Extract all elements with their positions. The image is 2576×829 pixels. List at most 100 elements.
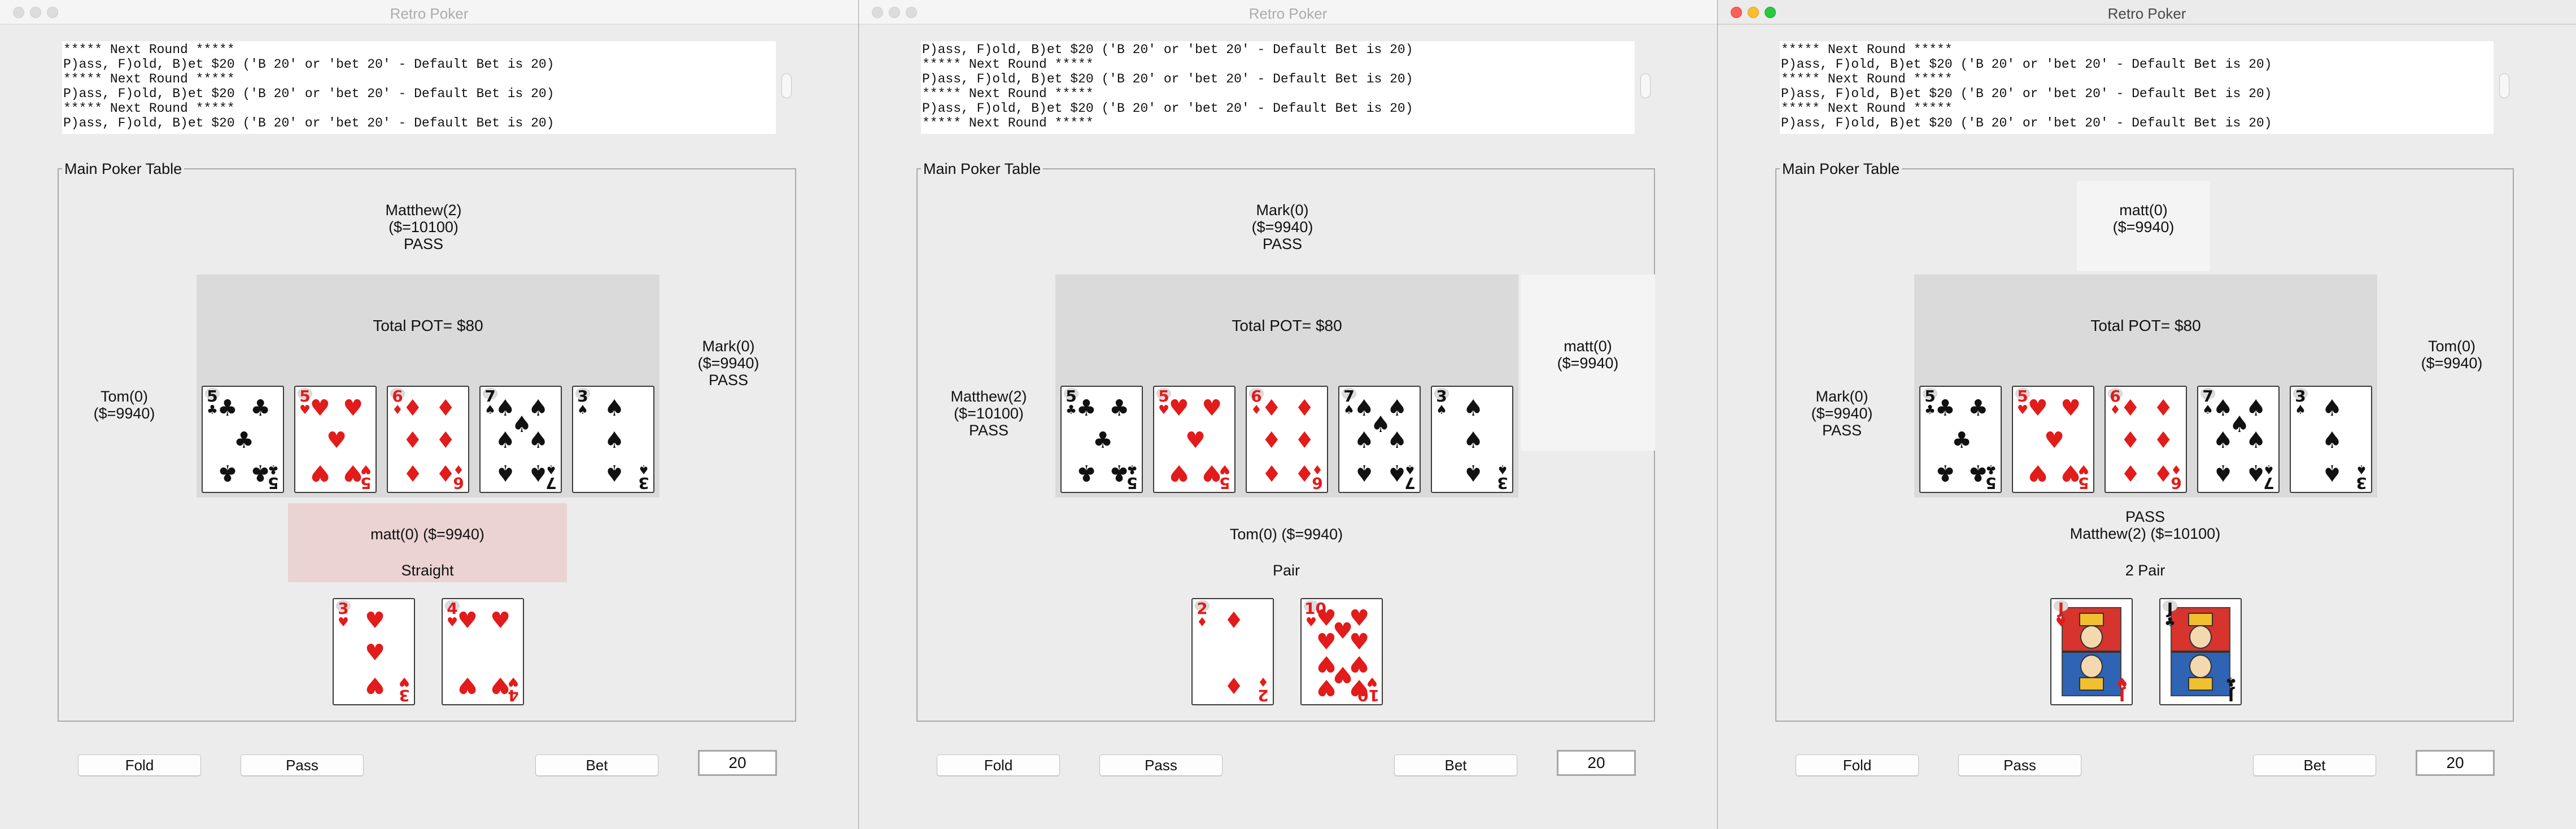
card-rank: 2 <box>1258 686 1269 705</box>
game-log[interactable]: ***** Next Round ***** P)ass, F)old, B)e… <box>62 41 776 134</box>
player-status: PASS <box>1822 422 1862 439</box>
card-pip-icon: ♠ <box>1463 395 1483 421</box>
fold-button[interactable]: Fold <box>78 754 201 776</box>
card-pip-icon: ♦ <box>2153 395 2174 421</box>
game-log[interactable]: P)ass, F)old, B)et $20 ('B 20' or 'bet 2… <box>921 41 1635 134</box>
card-rank: 5 <box>2017 387 2028 405</box>
card-rank: 6 <box>1251 387 1262 405</box>
pass-button[interactable]: Pass <box>1958 754 2081 776</box>
card-corner-index: 5 ♣ <box>1064 388 1079 417</box>
card-suit-icon: ♥ <box>1158 403 1169 417</box>
card-pip-icon: ♥ <box>1349 629 1370 655</box>
log-line: ***** Next Round ***** <box>922 116 1094 130</box>
bet-amount-input[interactable] <box>2416 750 2495 776</box>
card-suit-icon: ♠ <box>1436 403 1447 417</box>
fold-button[interactable]: Fold <box>1796 754 1919 776</box>
player-name-money: Tom(0) ($=9940) <box>1229 526 1343 543</box>
log-scrollbar[interactable] <box>1640 73 1651 98</box>
player-name-money: matt(0) ($=9940) <box>370 526 484 543</box>
poker-window-1: Retro Poker ***** Next Round ***** P)ass… <box>0 0 858 829</box>
log-scrollbar[interactable] <box>781 73 792 98</box>
card-corner-index: 5 ♣ <box>1125 462 1139 492</box>
card-corner-index: 3 ♥ <box>397 674 412 704</box>
pass-button[interactable]: Pass <box>241 754 364 776</box>
playing-card: ♠ ♠ ♠ ♠ ♠ ♠ ♠ 7 ♠ 7 ♠ <box>479 386 562 493</box>
card-pip-icon: ♠ <box>1463 427 1483 453</box>
playing-card: ♥ ♥ ♥ ♥ 4 ♥ 4 ♥ <box>442 598 524 705</box>
log-line: ***** Next Round ***** <box>63 42 235 57</box>
playing-card: ♦ ♦ ♦ ♦ ♦ ♦ 6 ♦ 6 ♦ <box>2105 386 2187 493</box>
card-corner-index: 6 ♦ <box>1310 462 1325 492</box>
card-corner-index: 6 ♦ <box>390 388 405 417</box>
card-pip-icon: ♥ <box>309 460 330 486</box>
card-suit-icon: ♣ <box>1924 403 1936 417</box>
card-suit-icon: ♠ <box>1343 403 1355 417</box>
card-suit-icon: ♣ <box>1127 462 1138 476</box>
card-pip-icon: ♣ <box>1968 395 1989 421</box>
title-bar[interactable]: Retro Poker <box>1718 0 2576 25</box>
card-pip-icon: ♥ <box>365 672 385 698</box>
card-corner-index: 5 ♥ <box>1217 462 1232 492</box>
log-line: P)ass, F)old, B)et $20 ('B 20' or 'bet 2… <box>63 57 555 72</box>
card-pip-icon: ♦ <box>1294 427 1315 453</box>
card-corner-index: 5 ♣ <box>1923 388 1937 417</box>
title-bar[interactable]: Retro Poker <box>859 0 1717 25</box>
card-pip-icon: ♦ <box>1294 395 1315 421</box>
bet-button[interactable]: Bet <box>2253 754 2376 776</box>
card-suit-icon: ♦ <box>1312 462 1323 476</box>
card-pip-icon: ♠ <box>495 427 516 453</box>
table-label: Main Poker Table <box>1780 160 1902 178</box>
card-corner-index: J ♣ <box>2224 674 2238 704</box>
card-pip-icon: ♣ <box>1935 460 1955 486</box>
card-rank: 5 <box>1924 387 1936 405</box>
card-corner-index: 7 ♠ <box>1403 462 1417 492</box>
card-suit-icon: ♣ <box>1985 462 1997 476</box>
player-status: PASS <box>968 422 1009 439</box>
card-corner-index: 5 ♥ <box>298 388 312 417</box>
card-suit-icon: ♣ <box>207 403 218 417</box>
card-suit-icon: ♥ <box>338 616 349 630</box>
card-corner-index: 6 ♦ <box>451 462 466 492</box>
log-scrollbar[interactable] <box>2499 73 2509 98</box>
card-suit-icon: ♠ <box>1497 462 1508 476</box>
card-corner-index: 5 ♣ <box>1984 462 1998 492</box>
card-rank: 6 <box>453 474 464 492</box>
player-name: matt(0) <box>2119 202 2168 219</box>
bet-amount-input[interactable] <box>698 750 777 776</box>
card-suit-icon: ♥ <box>447 616 458 630</box>
card-rank: 10 <box>1357 686 1379 705</box>
card-suit-icon: ♠ <box>2202 403 2213 417</box>
playing-card: ♠ ♠ ♠ 3 ♠ 3 ♠ <box>572 386 654 493</box>
card-pip-icon: ♠ <box>604 427 625 453</box>
pot-total: Total POT= $80 <box>373 317 483 334</box>
card-pip-icon: ♦ <box>2120 427 2141 453</box>
card-rank: 6 <box>2171 474 2182 492</box>
bet-button[interactable]: Bet <box>1394 754 1517 776</box>
card-rank: 5 <box>207 387 218 405</box>
window-title: Retro Poker <box>1248 5 1328 22</box>
card-pip-icon: ♦ <box>2120 395 2141 421</box>
top-player: Matthew(2) ($=10100) PASS <box>339 202 508 252</box>
player-name: Mark(0) <box>702 338 755 355</box>
bet-button[interactable]: Bet <box>535 754 658 776</box>
card-corner-index: 3 ♠ <box>1495 462 1510 492</box>
card-suit-icon: ♠ <box>577 403 588 417</box>
game-log[interactable]: ***** Next Round ***** P)ass, F)old, B)e… <box>1780 41 2494 134</box>
card-pip-icon: ♠ <box>528 427 549 453</box>
card-corner-index: 2 ♦ <box>1195 600 1210 629</box>
card-pip-icon: ♠ <box>604 395 625 421</box>
card-suit-icon: ♥ <box>399 674 410 688</box>
card-corner-index: J ♣ <box>2163 600 2177 629</box>
card-rank: 3 <box>577 387 588 405</box>
card-pip-icon: ♥ <box>365 640 385 666</box>
bet-amount-input[interactable] <box>1557 750 1636 776</box>
pot-total: Total POT= $80 <box>1232 317 1342 334</box>
pass-button[interactable]: Pass <box>1099 754 1222 776</box>
title-bar[interactable]: Retro Poker <box>0 0 858 25</box>
card-corner-index: 3 ♠ <box>575 388 590 417</box>
card-suit-icon: ♠ <box>1404 462 1416 476</box>
card-corner-index: 5 ♣ <box>266 462 281 492</box>
hand-result: 2 Pair <box>2125 562 2165 579</box>
player-status: PASS <box>708 372 749 389</box>
fold-button[interactable]: Fold <box>937 754 1060 776</box>
